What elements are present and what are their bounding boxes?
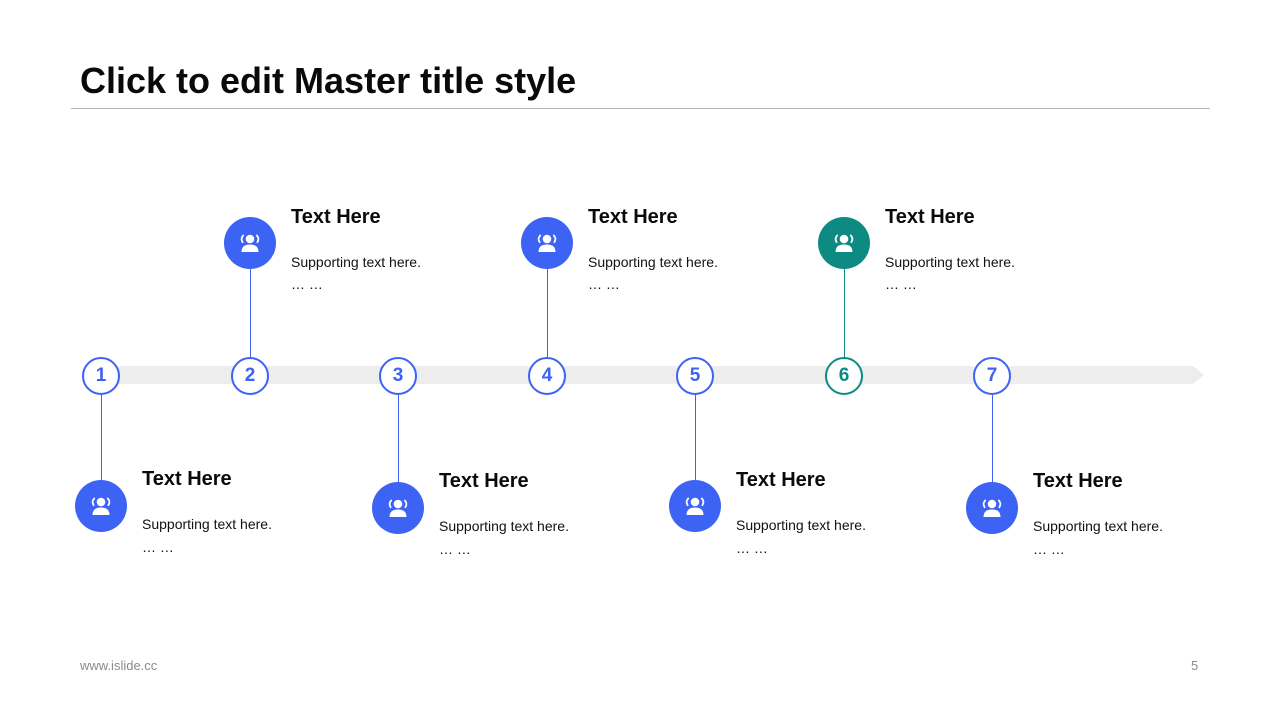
slide-title[interactable]: Click to edit Master title style bbox=[80, 60, 576, 102]
step-3-marker[interactable]: 3 bbox=[379, 357, 417, 395]
step-2-heading[interactable]: Text Here bbox=[291, 206, 381, 229]
step-4-user-group-icon[interactable] bbox=[521, 217, 573, 269]
step-1-connector bbox=[101, 395, 102, 480]
step-4-connector bbox=[547, 269, 548, 357]
step-2-marker[interactable]: 2 bbox=[231, 357, 269, 395]
step-2-user-group-icon[interactable] bbox=[224, 217, 276, 269]
step-6-ellipsis: … … bbox=[885, 276, 917, 292]
step-7-heading[interactable]: Text Here bbox=[1033, 470, 1123, 493]
step-3-heading[interactable]: Text Here bbox=[439, 470, 529, 493]
step-5-heading[interactable]: Text Here bbox=[736, 469, 826, 492]
title-divider bbox=[71, 108, 1210, 109]
step-1-user-group-icon[interactable] bbox=[75, 480, 127, 532]
step-1-supporting-text[interactable]: Supporting text here. bbox=[142, 516, 272, 532]
step-7-marker[interactable]: 7 bbox=[973, 357, 1011, 395]
step-4-ellipsis: … … bbox=[588, 276, 620, 292]
step-5-supporting-text[interactable]: Supporting text here. bbox=[736, 517, 866, 533]
step-6-user-group-icon[interactable] bbox=[818, 217, 870, 269]
step-6-heading[interactable]: Text Here bbox=[885, 206, 975, 229]
step-7-supporting-text[interactable]: Supporting text here. bbox=[1033, 518, 1163, 534]
step-5-connector bbox=[695, 395, 696, 480]
step-7-user-group-icon[interactable] bbox=[966, 482, 1018, 534]
step-6-supporting-text[interactable]: Supporting text here. bbox=[885, 254, 1015, 270]
step-5-ellipsis: … … bbox=[736, 540, 768, 556]
footer-url: www.islide.cc bbox=[80, 658, 158, 673]
step-1-ellipsis: … … bbox=[142, 539, 174, 555]
timeline-arrow-tip bbox=[1193, 366, 1204, 384]
step-3-ellipsis: … … bbox=[439, 541, 471, 557]
step-2-connector bbox=[250, 269, 251, 357]
step-3-user-group-icon[interactable] bbox=[372, 482, 424, 534]
step-3-connector bbox=[398, 395, 399, 482]
step-4-marker[interactable]: 4 bbox=[528, 357, 566, 395]
step-3-supporting-text[interactable]: Supporting text here. bbox=[439, 518, 569, 534]
step-2-supporting-text[interactable]: Supporting text here. bbox=[291, 254, 421, 270]
step-1-heading[interactable]: Text Here bbox=[142, 468, 232, 491]
step-6-marker[interactable]: 6 bbox=[825, 357, 863, 395]
step-7-ellipsis: … … bbox=[1033, 541, 1065, 557]
step-2-ellipsis: … … bbox=[291, 276, 323, 292]
step-4-supporting-text[interactable]: Supporting text here. bbox=[588, 254, 718, 270]
step-1-marker[interactable]: 1 bbox=[82, 357, 120, 395]
step-5-user-group-icon[interactable] bbox=[669, 480, 721, 532]
step-6-connector bbox=[844, 269, 845, 357]
step-4-heading[interactable]: Text Here bbox=[588, 206, 678, 229]
step-7-connector bbox=[992, 395, 993, 482]
step-5-marker[interactable]: 5 bbox=[676, 357, 714, 395]
page-number: 5 bbox=[1191, 658, 1199, 673]
